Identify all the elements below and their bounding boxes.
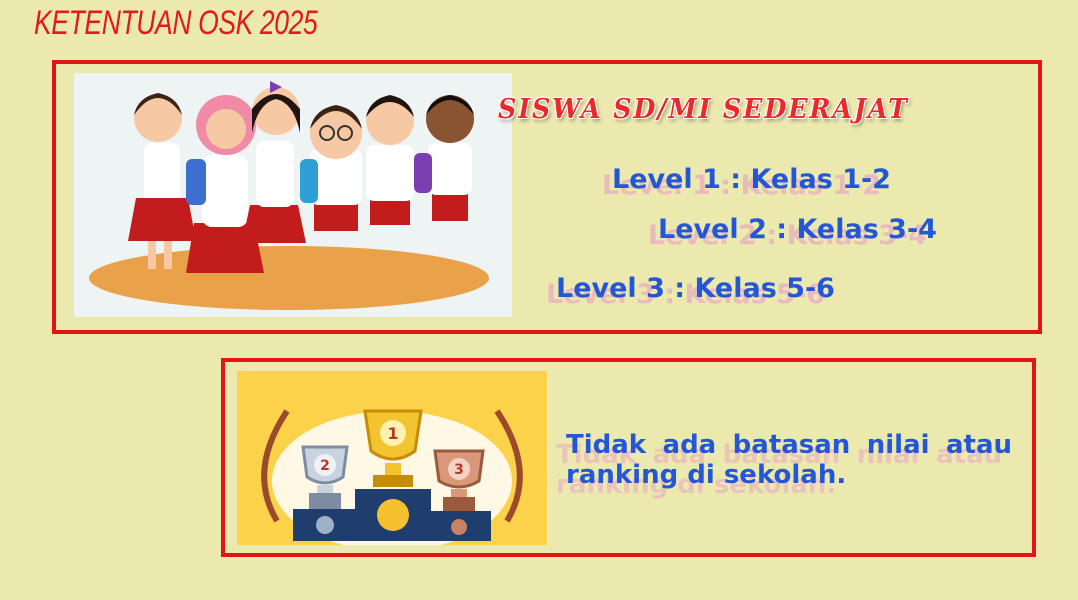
level-3-label: Level 3 : Kelas 5-6 Level 3 : Kelas 5-6 — [546, 273, 835, 310]
section-heading: SISWA SD/MI SEDERAJAT — [498, 94, 909, 125]
level-1-label: Level 1 : Kelas 1-2 Level 1 : Kelas 1-2 — [602, 164, 891, 201]
trophy-3-label: 3 — [454, 462, 464, 478]
level-2-text: Level 2 : Kelas 3-4 — [658, 214, 937, 245]
ranking-note: Tidak ada batasan nilai atau ranking di … — [566, 430, 1012, 490]
trophy-podium-icon: 1 2 3 — [237, 371, 547, 545]
level-1-text: Level 1 : Kelas 1-2 — [612, 164, 891, 195]
trophy-1-label: 1 — [387, 424, 398, 443]
level-3-text: Level 3 : Kelas 5-6 — [556, 273, 835, 304]
trophy-2-label: 2 — [320, 458, 330, 474]
page-title: KETENTUAN OSK 2025 — [34, 4, 318, 42]
students-illustration-icon — [74, 73, 512, 317]
level-2-label: Level 2 : Kelas 3-4 Level 2 : Kelas 3-4 — [648, 214, 937, 251]
